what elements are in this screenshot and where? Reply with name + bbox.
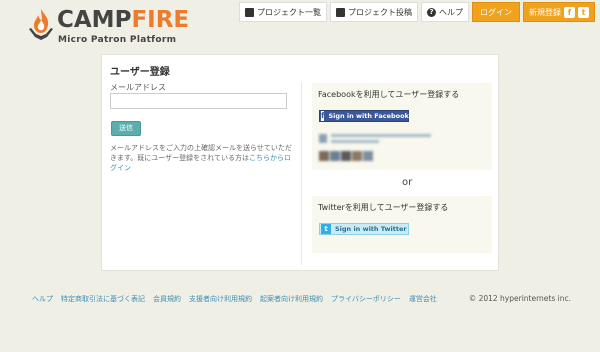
social-signup: Facebookを利用してユーザー登録する f Sign in with Fac… [312, 83, 492, 253]
or-separator: or [402, 177, 413, 188]
top-nav: プロジェクト一覧 プロジェクト投稿 ? ヘルプ ログイン 新規登録 f t [236, 2, 595, 22]
avatar [341, 151, 351, 161]
nav-project-post[interactable]: プロジェクト投稿 [330, 2, 418, 22]
page-title: ユーザー登録 [110, 67, 170, 78]
blurred-line [331, 134, 431, 137]
facebook-signin-label: Sign in with Facebook [328, 112, 409, 120]
facebook-friends-info [319, 133, 444, 147]
twitter-signup-title: Twitterを利用してユーザー登録する [318, 203, 449, 212]
footer-link-supporter-terms[interactable]: 支援者向け利用規約 [189, 294, 252, 304]
site-header: CAMPFIRE Micro Patron Platform プロジェクト一覧 … [0, 0, 600, 50]
footer-link-member-terms[interactable]: 会員規約 [153, 294, 181, 304]
registration-card: ユーザー登録 メールアドレス 送信 メールアドレスをご入力の上確認メールを送らせ… [101, 54, 499, 271]
copyright: © 2012 hyperinternets inc. [468, 294, 571, 303]
help-icon: ? [427, 7, 436, 17]
nav-help-label: ヘルプ [439, 7, 463, 17]
facebook-friend-avatars [319, 151, 379, 163]
login-button[interactable]: ログイン [472, 2, 520, 22]
register-button[interactable]: 新規登録 f t [523, 2, 595, 22]
friend-avatar [319, 134, 327, 143]
avatar [330, 151, 340, 161]
facebook-icon: f [564, 6, 575, 18]
avatar [319, 151, 329, 161]
facebook-signup-panel: Facebookを利用してユーザー登録する f Sign in with Fac… [312, 83, 492, 170]
logo-subtitle: Micro Patron Platform [58, 35, 177, 45]
logo-title: CAMPFIRE [57, 7, 190, 33]
register-label: 新規登録 [529, 7, 561, 17]
nav-help[interactable]: ? ヘルプ [421, 2, 469, 22]
nav-project-post-label: プロジェクト投稿 [348, 7, 412, 17]
upload-icon [336, 7, 345, 17]
footer-link-creator-terms[interactable]: 起案者向け利用規約 [260, 294, 323, 304]
email-label: メールアドレス [110, 83, 166, 92]
flame-icon [29, 9, 53, 40]
nav-project-list[interactable]: プロジェクト一覧 [239, 2, 327, 22]
submit-button[interactable]: 送信 [111, 121, 141, 136]
home-icon [245, 7, 254, 17]
blurred-line [331, 140, 379, 143]
facebook-signup-title: Facebookを利用してユーザー登録する [318, 90, 460, 99]
email-note: メールアドレスをご入力の上確認メールを送らせていただきます。既にユーザー登録をさ… [110, 143, 292, 173]
footer-link-privacy[interactable]: プライバシーポリシー [331, 294, 401, 304]
column-divider [301, 83, 302, 265]
twitter-signin-label: Sign in with Twitter [335, 225, 407, 233]
campfire-logo[interactable]: CAMPFIRE Micro Patron Platform [27, 7, 190, 47]
facebook-signin-button[interactable]: f Sign in with Facebook [319, 110, 409, 122]
twitter-signin-button[interactable]: t Sign in with Twitter [319, 223, 409, 235]
twitter-icon: t [321, 224, 331, 234]
twitter-signup-panel: Twitterを利用してユーザー登録する t Sign in with Twit… [312, 196, 492, 253]
twitter-icon: t [578, 6, 589, 18]
footer-link-commercial-law[interactable]: 特定商取引法に基づく表記 [61, 294, 145, 304]
avatar [352, 151, 362, 161]
avatar [363, 151, 373, 161]
site-footer: ヘルプ 特定商取引法に基づく表記 会員規約 支援者向け利用規約 起案者向け利用規… [0, 294, 600, 306]
footer-links: ヘルプ 特定商取引法に基づく表記 会員規約 支援者向け利用規約 起案者向け利用規… [32, 294, 445, 304]
email-field[interactable] [110, 93, 287, 109]
facebook-icon: f [321, 111, 325, 121]
footer-link-company[interactable]: 運営会社 [409, 294, 437, 304]
nav-project-list-label: プロジェクト一覧 [257, 7, 321, 17]
footer-link-help[interactable]: ヘルプ [32, 294, 53, 304]
